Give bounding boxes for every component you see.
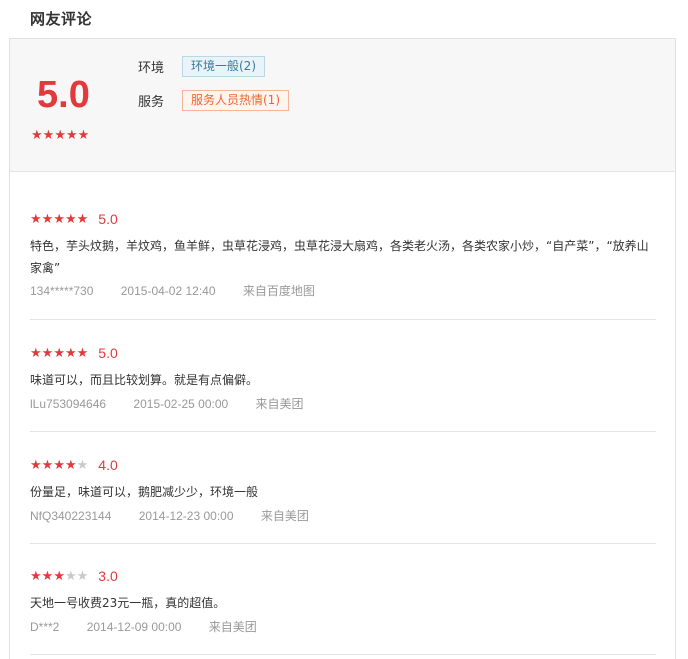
tag-label-environment: 环境 [138,60,165,76]
review-meta: lLu753094646 2015-02-25 00:00 来自美团 [30,395,328,412]
review-header: ★★★★★ 4.0 [30,457,118,473]
review-header: ★★★★★ 5.0 [30,211,118,227]
tag-row-service: 服务 服务人员热情(1) [138,89,289,111]
review-user: D***2 [30,620,60,634]
review-user: NfQ340223144 [30,509,112,523]
review-time: 2014-12-23 00:00 [138,509,234,523]
star-filled-icon: ★ [54,128,66,143]
review-stars: ★★★★★ [30,459,88,472]
star-empty-icon: ★ [64,568,77,584]
review-text: 份量足，味道可以，鹅肥减少少，环境一般 [30,485,259,499]
star-filled-icon: ★ [30,211,42,227]
star-filled-icon: ★ [30,457,42,473]
review-time: 2014-12-09 00:00 [86,620,182,634]
review-text: 天地一号收费23元一瓶，真的超值。 [30,596,226,610]
star-filled-icon: ★ [41,211,54,227]
review-source: 来自美团 [260,509,309,523]
star-filled-icon: ★ [41,345,54,361]
star-filled-icon: ★ [53,211,65,227]
review-item: ★★★★★ 5.0 味道可以，而且比较划算。就是有点偏僻。 lLu7530946… [30,345,656,432]
star-filled-icon: ★ [64,345,77,361]
star-empty-icon: ★ [76,568,89,584]
review-source: 来自美团 [255,397,304,411]
star-filled-icon: ★ [53,457,65,473]
star-filled-icon: ★ [53,568,65,584]
review-item: ★★★★★ 5.0 特色，芋头炆鹅，羊炆鸡，鱼羊鲜，虫草花浸鸡，虫草花浸大扇鸡，… [30,211,656,320]
review-source: 来自百度地图 [242,284,315,298]
tag-label-service: 服务 [138,94,165,110]
review-time: 2015-04-02 12:40 [120,284,216,298]
review-meta: NfQ340223144 2014-12-23 00:00 来自美团 [30,507,333,524]
star-filled-icon: ★ [65,128,78,143]
star-filled-icon: ★ [41,568,54,584]
star-filled-icon: ★ [41,457,54,473]
review-stars: ★★★★★ [30,213,88,226]
review-header: ★★★★★ 3.0 [30,568,118,584]
review-time: 2015-02-25 00:00 [133,397,229,411]
review-header: ★★★★★ 5.0 [30,345,118,361]
reviews-panel: 5.0 ★★★★★ 环境 环境一般(2) 服务 服务人员热情(1) ★★★★★ … [9,38,676,659]
review-text: 味道可以，而且比较划算。就是有点偏僻。 [30,373,259,387]
tag-row-environment: 环境 环境一般(2) [138,55,265,77]
review-score: 4.0 [98,457,118,473]
star-filled-icon: ★ [30,568,42,584]
star-filled-icon: ★ [64,211,77,227]
overall-score: 5.0 [37,74,90,116]
star-filled-icon: ★ [64,457,77,473]
review-stars: ★★★★★ [30,347,88,360]
page-title: 网友评论 [30,10,93,28]
review-item: ★★★★★ 3.0 天地一号收费23元一瓶，真的超值。 D***2 2014-1… [30,568,656,655]
tag-service-friendly[interactable]: 服务人员热情(1) [182,89,289,111]
star-empty-icon: ★ [76,457,89,473]
reviews-page: 网友评论 5.0 ★★★★★ 环境 环境一般(2) 服务 服务人员热情(1) ★… [0,0,688,659]
review-source: 来自美团 [208,620,257,634]
star-filled-icon: ★ [42,128,55,143]
review-meta: 134*****730 2015-04-02 12:40 来自百度地图 [30,282,339,299]
rating-summary: 5.0 ★★★★★ 环境 环境一般(2) 服务 服务人员热情(1) [10,39,675,172]
review-score: 5.0 [98,211,118,227]
star-filled-icon: ★ [77,128,90,143]
review-score: 5.0 [98,345,118,361]
review-meta: D***2 2014-12-09 00:00 来自美团 [30,618,281,635]
star-filled-icon: ★ [76,345,89,361]
star-filled-icon: ★ [53,345,65,361]
review-stars: ★★★★★ [30,570,88,583]
star-filled-icon: ★ [30,345,42,361]
review-score: 3.0 [98,568,118,584]
review-user: lLu753094646 [30,397,107,411]
review-user: 134*****730 [30,284,94,298]
review-item: ★★★★★ 4.0 份量足，味道可以，鹅肥减少少，环境一般 NfQ3402231… [30,457,656,544]
star-filled-icon: ★ [31,128,43,143]
review-text: 特色，芋头炆鹅，羊炆鸡，鱼羊鲜，虫草花浸鸡，虫草花浸大扇鸡，各类老火汤，各类农家… [30,239,649,275]
star-filled-icon: ★ [76,211,89,227]
tag-environment-average[interactable]: 环境一般(2) [182,55,265,77]
overall-stars: ★★★★★ [31,129,89,142]
